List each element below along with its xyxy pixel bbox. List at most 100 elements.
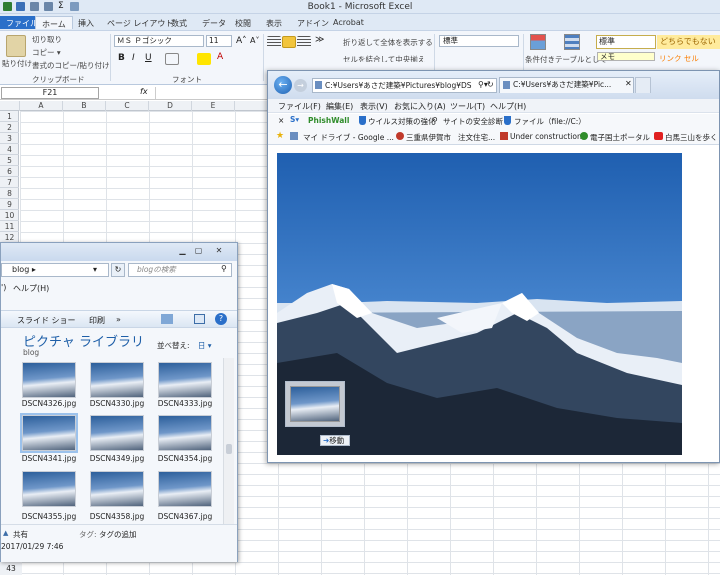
file-name[interactable]: DSCN4326.jpg (17, 399, 81, 408)
row-header[interactable]: 9 (0, 199, 19, 210)
column-header[interactable]: B (63, 101, 106, 111)
font-size-select[interactable]: 11 (206, 35, 232, 47)
cut-button[interactable]: 切り取り (32, 34, 62, 45)
help-icon[interactable]: ? (215, 313, 227, 325)
font-color-icon[interactable]: A (217, 52, 223, 62)
slideshow-button[interactable]: スライド ショー (17, 315, 76, 326)
align-top-icon[interactable] (267, 36, 281, 48)
close-icon[interactable]: ✕ (210, 246, 228, 256)
row-header[interactable]: 2 (0, 122, 19, 133)
align-bottom-icon[interactable] (297, 36, 311, 48)
column-header[interactable]: E (192, 101, 235, 111)
row-header[interactable]: 11 (0, 221, 19, 232)
tab-acrobat[interactable]: Acrobat (327, 16, 370, 29)
sort-by[interactable]: 並べ替え: 日 ▾ (157, 340, 212, 351)
explorer-search-input[interactable]: blogの検索 (128, 263, 232, 277)
file-name[interactable]: DSCN4354.jpg (153, 454, 217, 463)
favorite-link[interactable]: 三重県伊賀市 (406, 132, 451, 143)
formula-input[interactable] (155, 87, 267, 99)
row-header[interactable]: 1 (0, 111, 19, 122)
forward-icon[interactable]: → (294, 79, 307, 92)
explorer-scrollbar[interactable] (223, 358, 234, 551)
row-header[interactable]: 10 (0, 210, 19, 221)
row-header[interactable]: 4 (0, 144, 19, 155)
favorites-star-icon[interactable]: ★ (276, 131, 284, 141)
menu-view[interactable]: 表示(V) (360, 101, 388, 112)
name-box[interactable]: F21 (1, 87, 99, 99)
browser-address-bar[interactable]: C:¥Users¥あさだ建築¥Pictures¥blog¥DS (312, 78, 497, 93)
browser-tab[interactable]: C:¥Users¥あさだ建築¥Pic... (499, 77, 634, 93)
tab-view[interactable]: 表示 (260, 16, 288, 29)
tab-review[interactable]: 校閲 (229, 16, 257, 29)
bold-icon[interactable]: B (118, 53, 125, 63)
image-thumbnail[interactable] (158, 362, 212, 398)
thumbnail-preview-popup[interactable] (285, 381, 345, 427)
fill-color-icon[interactable] (197, 53, 211, 65)
merge-center-button[interactable]: セルを結合して中央揃え (343, 54, 433, 62)
paste-icon[interactable] (6, 35, 26, 57)
image-thumbnail[interactable] (158, 415, 212, 451)
conditional-format-button[interactable]: 条件付き (525, 54, 555, 65)
row-header[interactable]: 6 (0, 166, 19, 177)
preview-pane-icon[interactable] (194, 314, 205, 324)
favorite-link[interactable]: マイ ドライブ - Google ... (303, 132, 394, 143)
image-thumbnail-selected[interactable] (20, 413, 78, 453)
file-name[interactable]: DSCN4330.jpg (85, 399, 149, 408)
address-dropdown-icon[interactable]: ▾ (93, 265, 97, 274)
print-button[interactable]: 印刷 (89, 315, 105, 326)
file-name[interactable]: DSCN4349.jpg (85, 454, 149, 463)
style-neutral[interactable]: どちらでもない (657, 35, 720, 49)
tab-home[interactable]: ホーム (35, 16, 73, 29)
image-thumbnail[interactable] (90, 415, 144, 451)
row-header[interactable]: 7 (0, 177, 19, 188)
number-format-select[interactable]: 標準 (439, 35, 519, 47)
scroll-thumb[interactable] (226, 444, 232, 454)
font-name-select[interactable]: ＭＳ Ｐゴシック (114, 35, 204, 47)
file-name[interactable]: DSCN4333.jpg (153, 399, 217, 408)
tags-value[interactable]: タグの追加 (99, 529, 137, 540)
copy-button[interactable]: コピー ▾ (32, 47, 61, 58)
file-name[interactable]: DSCN4355.jpg (17, 512, 81, 521)
paste-button[interactable]: 貼り付け (2, 58, 32, 69)
more-commands-button[interactable]: » (116, 315, 121, 324)
back-icon[interactable]: ← (274, 76, 292, 94)
maximize-icon[interactable]: ▢ (192, 246, 205, 256)
menu-file[interactable]: ファイル(F) (278, 101, 321, 112)
menu-help[interactable]: ヘルプ(H) (13, 283, 49, 294)
menu-favorites[interactable]: お気に入り(A) (394, 101, 446, 112)
grow-font-icon[interactable]: A˄ (236, 36, 247, 46)
column-header[interactable]: D (149, 101, 192, 111)
move-button[interactable]: ➜移動 (320, 435, 350, 446)
virus-protection-button[interactable]: ウイルス対策の強化 (368, 116, 436, 127)
new-tab-button[interactable] (635, 77, 651, 93)
add-favorite-icon[interactable] (290, 132, 298, 140)
tab-close-icon[interactable]: ✕ (625, 79, 632, 88)
column-header[interactable]: C (106, 101, 149, 111)
select-all-corner[interactable] (0, 101, 20, 111)
format-table-icon[interactable] (564, 34, 580, 50)
conditional-format-icon[interactable] (530, 34, 546, 50)
favorite-link[interactable]: 注文住宅... (458, 132, 495, 143)
orientation-icon[interactable]: ≫ (315, 35, 324, 45)
row-header[interactable]: 5 (0, 155, 19, 166)
refresh-icon[interactable]: ↻ (487, 80, 494, 89)
file-name[interactable]: DSCN4358.jpg (85, 512, 149, 521)
row-header[interactable]: 3 (0, 133, 19, 144)
style-normal[interactable]: 標準 (596, 35, 656, 49)
image-thumbnail[interactable] (22, 471, 76, 507)
favorite-link[interactable]: 白馬三山を歩く -... (665, 132, 719, 143)
menu-help[interactable]: ヘルプ(H) (490, 101, 526, 112)
minimize-icon[interactable]: ▁ (176, 246, 189, 256)
italic-icon[interactable]: I (132, 53, 135, 63)
menu-edit[interactable]: 編集(E) (326, 101, 353, 112)
row-header[interactable]: 43 (0, 562, 22, 575)
style-memo[interactable]: メモ (597, 52, 655, 61)
format-painter-button[interactable]: 書式のコピー/貼り付け (32, 60, 110, 71)
view-options-icon[interactable] (161, 314, 173, 324)
image-thumbnail[interactable] (90, 362, 144, 398)
file-name[interactable]: DSCN4341.jpg (17, 454, 81, 463)
explorer-titlebar[interactable]: ▁ ▢ ✕ (1, 243, 237, 261)
image-thumbnail[interactable] (90, 471, 144, 507)
image-thumbnail[interactable] (158, 471, 212, 507)
shrink-font-icon[interactable]: A˅ (250, 36, 259, 45)
